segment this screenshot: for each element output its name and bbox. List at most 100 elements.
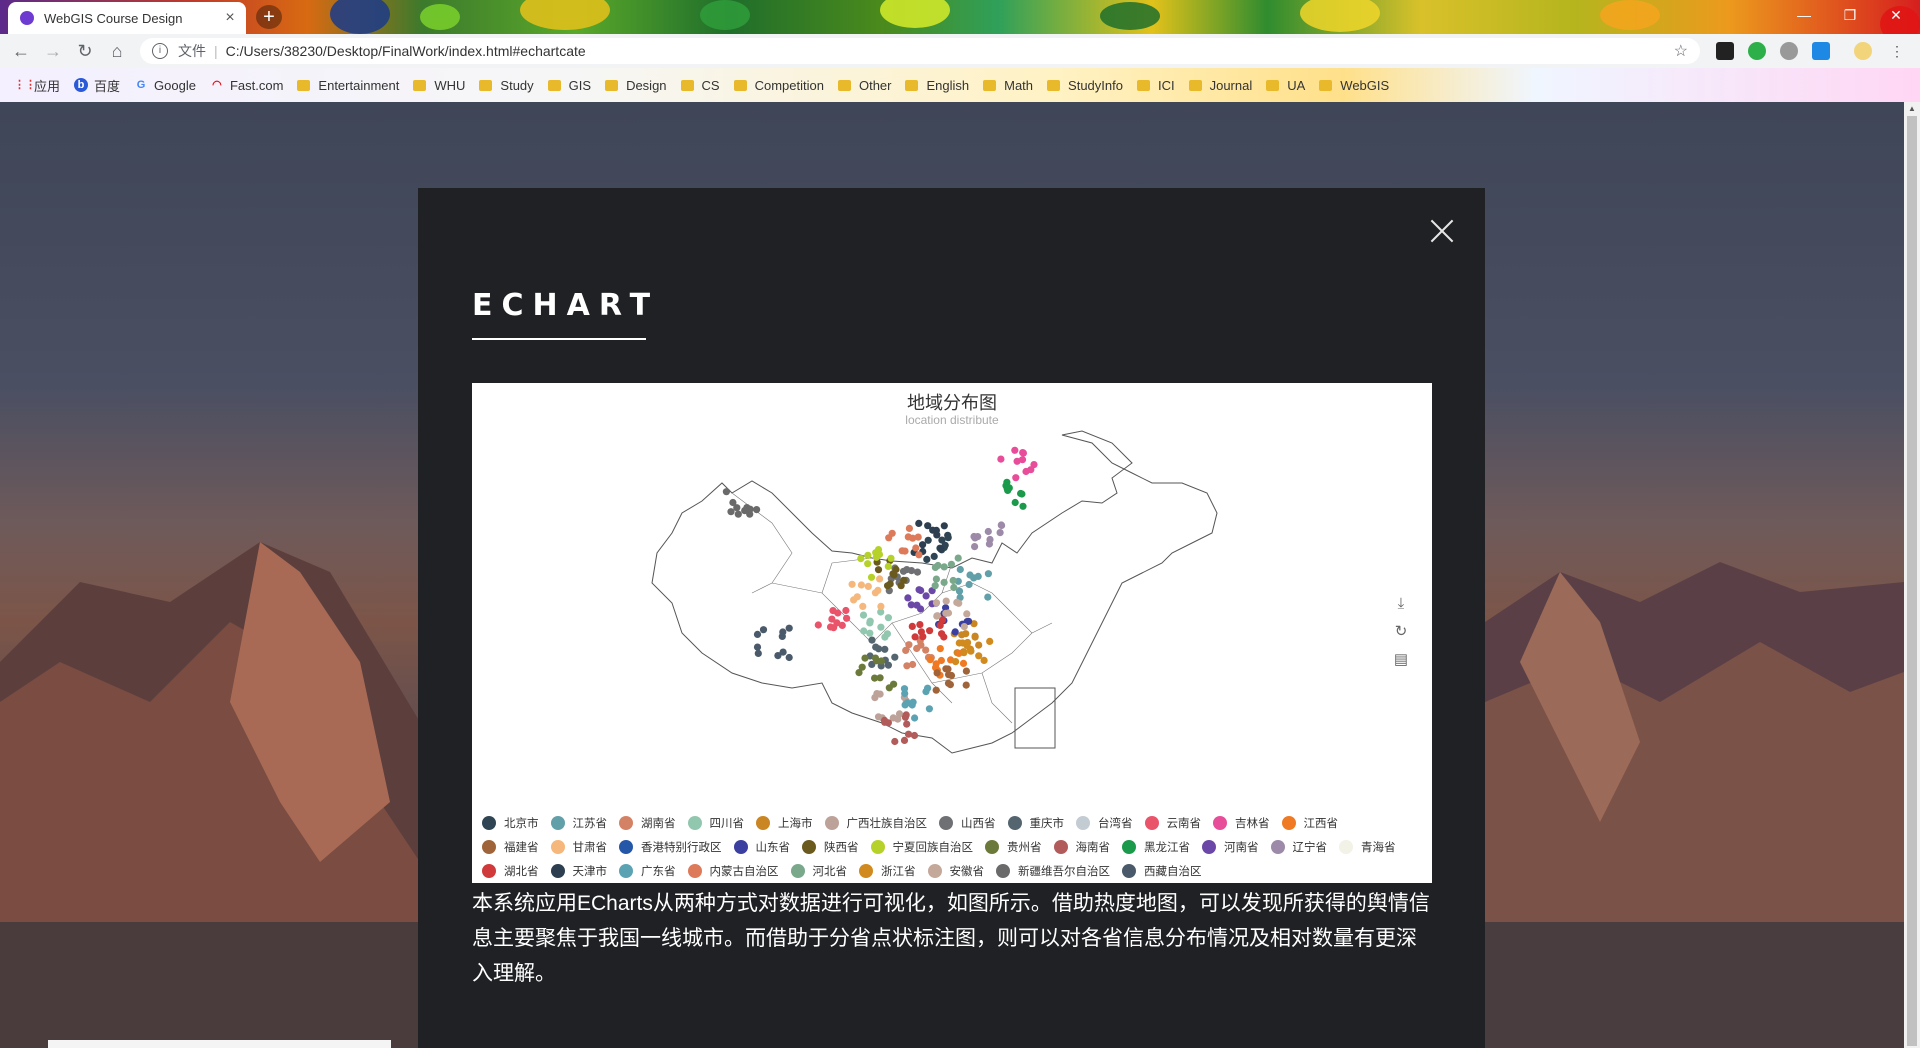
data-point[interactable] — [959, 659, 968, 667]
data-point[interactable] — [985, 540, 994, 548]
data-point[interactable] — [915, 586, 923, 594]
data-point[interactable] — [917, 628, 925, 636]
translate-icon[interactable] — [1812, 42, 1830, 60]
bookmark-folder[interactable]: English — [905, 78, 969, 93]
china-map[interactable] — [472, 383, 1432, 813]
data-point[interactable] — [859, 602, 867, 610]
bookmark-folder[interactable]: Design — [605, 78, 667, 93]
data-point[interactable] — [867, 573, 876, 581]
data-point[interactable] — [834, 609, 842, 617]
data-point[interactable] — [965, 580, 973, 589]
data-point[interactable] — [962, 667, 970, 675]
data-point[interactable] — [1011, 446, 1019, 454]
scroll-up-icon[interactable]: ▲ — [1904, 102, 1920, 116]
data-point[interactable] — [936, 645, 944, 653]
legend-item[interactable]: 海南省 — [1053, 839, 1110, 855]
data-point[interactable] — [960, 649, 968, 657]
data-point[interactable] — [901, 713, 909, 721]
data-point[interactable] — [754, 649, 762, 657]
data-point[interactable] — [884, 562, 892, 570]
data-point[interactable] — [933, 669, 941, 677]
data-point[interactable] — [932, 575, 940, 583]
data-point[interactable] — [1019, 449, 1027, 457]
data-point[interactable] — [722, 488, 730, 496]
bookmark-apps[interactable]: ⋮⋮ 应用 — [14, 76, 60, 95]
data-point[interactable] — [958, 631, 966, 639]
data-point[interactable] — [902, 646, 910, 654]
data-point[interactable] — [861, 654, 869, 662]
bookmark-google[interactable]: G Google — [134, 78, 196, 93]
data-point[interactable] — [753, 643, 762, 651]
legend-item[interactable]: 陕西省 — [802, 839, 859, 855]
legend-item[interactable]: 甘肃省 — [550, 839, 607, 855]
evernote-icon[interactable] — [1748, 42, 1766, 60]
data-point[interactable] — [946, 681, 954, 689]
legend-item[interactable]: 新疆维吾尔自治区 — [996, 863, 1110, 879]
tab-close-icon[interactable]: × — [220, 9, 240, 27]
data-point[interactable] — [843, 614, 851, 622]
legend-item[interactable]: 贵州省 — [985, 839, 1042, 855]
data-point[interactable] — [848, 580, 856, 588]
data-point[interactable] — [933, 531, 941, 539]
bookmark-folder[interactable]: WebGIS — [1319, 78, 1389, 93]
data-point[interactable] — [884, 614, 892, 622]
forward-icon[interactable]: → — [42, 40, 64, 62]
data-point[interactable] — [872, 643, 880, 651]
back-icon[interactable]: ← — [10, 40, 32, 62]
close-icon[interactable] — [1429, 218, 1455, 244]
data-point[interactable] — [971, 633, 979, 641]
bookmark-folder[interactable]: CS — [680, 78, 720, 93]
data-point[interactable] — [1013, 457, 1021, 465]
data-point[interactable] — [963, 610, 971, 618]
legend-item[interactable]: 广东省 — [619, 863, 676, 879]
data-point[interactable] — [936, 621, 944, 629]
data-point[interactable] — [885, 684, 893, 692]
data-point[interactable] — [859, 611, 868, 619]
data-point[interactable] — [910, 731, 919, 740]
data-point[interactable] — [975, 652, 983, 660]
legend-item[interactable]: 广西壮族自治区 — [824, 815, 927, 831]
legend-item[interactable]: 云南省 — [1144, 815, 1201, 831]
data-point[interactable] — [908, 622, 916, 630]
data-point[interactable] — [876, 575, 884, 583]
legend-item[interactable]: 黑龙江省 — [1122, 839, 1190, 855]
data-point[interactable] — [970, 574, 978, 582]
data-point[interactable] — [842, 606, 850, 615]
data-point[interactable] — [962, 681, 970, 689]
data-point[interactable] — [947, 560, 955, 568]
data-point[interactable] — [938, 536, 946, 544]
data-point[interactable] — [814, 621, 822, 629]
data-point[interactable] — [986, 637, 994, 645]
data-point[interactable] — [917, 605, 925, 613]
data-point[interactable] — [785, 653, 793, 662]
data-point[interactable] — [1004, 486, 1012, 494]
bookmark-baidu[interactable]: b 百度 — [74, 76, 120, 95]
data-point[interactable] — [975, 641, 983, 649]
bookmark-folder[interactable]: Entertainment — [297, 78, 399, 93]
bookmark-folder[interactable]: GIS — [547, 78, 591, 93]
legend-item[interactable]: 宁夏回族自治区 — [870, 839, 973, 855]
data-point[interactable] — [984, 570, 993, 578]
legend-item[interactable]: 台湾省 — [1076, 815, 1133, 831]
window-close-icon[interactable]: ✕ — [1876, 0, 1916, 30]
data-point[interactable] — [899, 567, 908, 575]
legend-item[interactable]: 青海省 — [1339, 839, 1396, 855]
data-point[interactable] — [873, 690, 881, 698]
legend-item[interactable]: 安徽省 — [927, 863, 984, 879]
legend-item[interactable]: 江西省 — [1281, 815, 1338, 831]
data-point[interactable] — [944, 534, 952, 542]
legend-item[interactable]: 上海市 — [756, 815, 813, 831]
data-point[interactable] — [884, 719, 892, 727]
data-point[interactable] — [997, 455, 1005, 463]
data-point[interactable] — [932, 686, 940, 694]
data-point[interactable] — [925, 705, 933, 713]
data-point[interactable] — [950, 583, 958, 592]
bookmark-folder[interactable]: Study — [479, 78, 534, 93]
data-point[interactable] — [951, 628, 959, 636]
data-point[interactable] — [905, 524, 913, 532]
bookmark-folder[interactable]: StudyInfo — [1047, 78, 1123, 93]
legend-item[interactable]: 湖南省 — [619, 815, 676, 831]
address-bar[interactable]: i 文件 | C:/Users/38230/Desktop/FinalWork/… — [140, 38, 1700, 64]
data-point[interactable] — [871, 674, 879, 682]
data-point[interactable] — [937, 656, 945, 665]
